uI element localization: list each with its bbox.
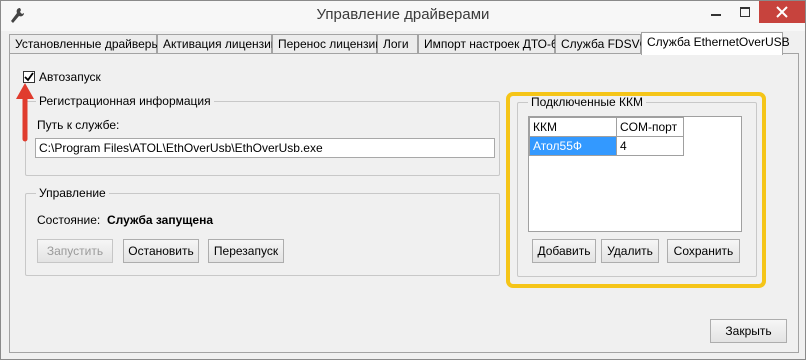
tab-ethernetoverusb-service[interactable]: Служба EthernetOverUSB (641, 32, 790, 55)
annotation-arrow-icon (16, 83, 34, 142)
driver-manager-window: Управление драйверами Установленные драй… (0, 0, 806, 360)
